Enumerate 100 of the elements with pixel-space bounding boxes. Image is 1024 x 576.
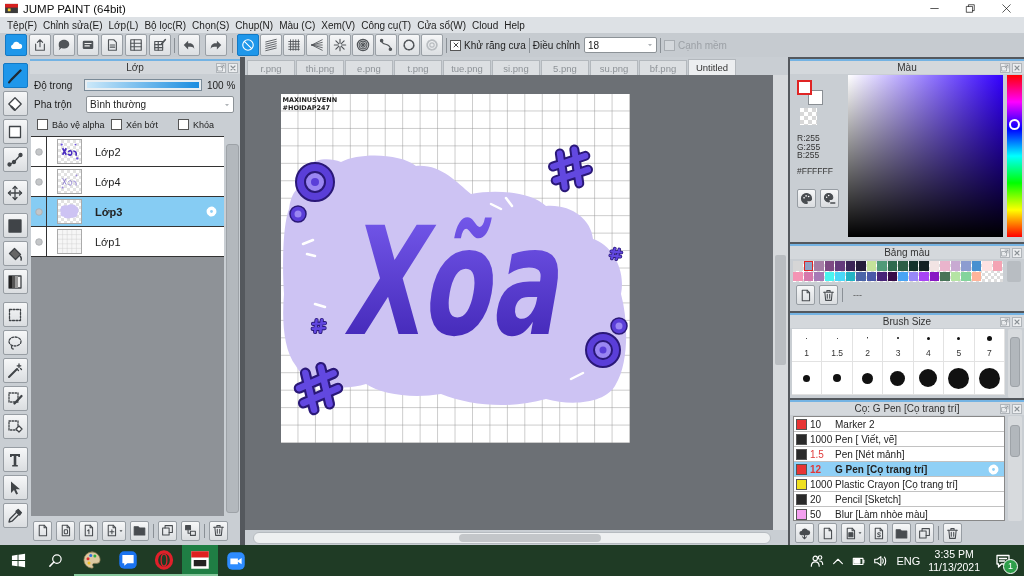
color-swatch-icon[interactable] [866, 261, 876, 271]
eraser-tool[interactable] [2, 91, 28, 116]
cloud-download-button[interactable] [795, 523, 814, 543]
horizontal-scrollbar[interactable] [253, 531, 771, 544]
scrollbar-thumb[interactable] [775, 255, 786, 365]
speaker-icon[interactable] [873, 553, 888, 568]
brush-row[interactable]: 20 Pencil [Sketch] [794, 492, 1004, 507]
scrollbar[interactable] [1008, 416, 1022, 521]
polyline-tool[interactable] [2, 147, 28, 172]
gradient-tool[interactable] [2, 269, 28, 294]
move-arrows-tool[interactable] [2, 180, 28, 205]
color-swatch-icon[interactable] [856, 271, 866, 281]
new-palette-button[interactable] [796, 285, 815, 305]
brush-row[interactable]: 12 G Pen [Cọ trang trí] [794, 462, 1004, 477]
trash-button[interactable] [209, 520, 228, 541]
filled-square-tool[interactable] [2, 213, 28, 238]
palette-remove-button[interactable] [820, 188, 839, 208]
color-swatch-icon[interactable] [961, 261, 971, 271]
layer-row[interactable]: Lớp3 [31, 197, 224, 227]
scrollbar-thumb[interactable] [1010, 425, 1020, 457]
copy-button[interactable] [915, 523, 934, 543]
brush-dot-icon[interactable] [833, 374, 842, 382]
message-button[interactable] [77, 34, 99, 56]
menu-item[interactable]: Màu (C) [279, 19, 316, 31]
document-tab[interactable]: Untitled [688, 59, 736, 75]
visibility-dot-icon[interactable] [34, 207, 43, 216]
menu-item[interactable]: Bộ lọc(R) [144, 19, 187, 31]
color-swatch-icon[interactable] [877, 261, 887, 271]
scrollbar[interactable] [226, 144, 239, 513]
page-plus-button[interactable] [102, 520, 126, 541]
color-swatch-icon[interactable] [919, 261, 929, 271]
color-swatch-icon[interactable] [887, 271, 897, 281]
rectangle-tool[interactable] [2, 119, 28, 144]
color-swatch-icon[interactable] [866, 271, 876, 281]
color-swatch-icon[interactable] [793, 261, 803, 271]
page-stroke-button[interactable] [79, 520, 98, 541]
folder-button[interactable] [892, 523, 911, 543]
menu-item[interactable]: Cửa sổ(W) [417, 19, 467, 31]
vertical-scrollbar[interactable] [773, 75, 788, 530]
curve-button[interactable] [375, 34, 397, 56]
letter-t-tool[interactable] [2, 447, 28, 472]
page-stack-button[interactable] [841, 523, 865, 543]
people-icon[interactable] [810, 553, 825, 568]
brush-row[interactable]: 1000 Plastic Crayon [Cọ trang trí] [794, 477, 1004, 492]
notification-icon[interactable] [995, 552, 1011, 569]
color-swatch-icon[interactable] [982, 261, 992, 271]
prohibit-button[interactable] [237, 34, 259, 56]
color-swatch-icon[interactable] [971, 271, 981, 281]
menu-item[interactable]: Công cụ(T) [361, 19, 412, 31]
new-page-button[interactable] [818, 523, 837, 543]
scrollbar-thumb[interactable] [459, 533, 601, 542]
menu-item[interactable]: Lớp(L) [108, 19, 139, 31]
visibility-dot-icon[interactable] [34, 147, 43, 156]
cloud-button[interactable] [5, 34, 27, 56]
input-language[interactable]: ENG [896, 554, 921, 567]
folder-button[interactable] [130, 520, 149, 541]
scrollbar-thumb[interactable] [1010, 337, 1020, 387]
color-swatch-icon[interactable] [908, 271, 918, 281]
menu-item[interactable]: Tệp(F) [7, 19, 37, 31]
color-swatch-icon[interactable] [845, 261, 855, 271]
color-swatch-icon[interactable] [835, 271, 845, 281]
scrollbar[interactable] [1008, 329, 1022, 398]
close-icon[interactable] [1012, 247, 1022, 258]
brush-tool[interactable] [2, 63, 28, 88]
color-swatch-icon[interactable] [929, 261, 939, 271]
transparent-swatch-icon[interactable] [800, 108, 817, 125]
document-button[interactable] [101, 34, 123, 56]
close-icon[interactable] [1012, 403, 1022, 414]
page-frame-button[interactable] [56, 520, 75, 541]
brush-dot-icon[interactable] [919, 369, 938, 387]
grid-button[interactable] [283, 34, 305, 56]
brush-dot-icon[interactable] [890, 370, 906, 386]
share-button[interactable] [29, 34, 51, 56]
menu-item[interactable]: Xem(V) [321, 19, 356, 31]
dashed-rectangle-tool[interactable] [2, 302, 28, 327]
color-swatch-icon[interactable] [929, 271, 939, 281]
correction-dropdown[interactable]: 18 [584, 37, 658, 53]
color-swatch-icon[interactable] [898, 271, 908, 281]
eyedropper-tool[interactable] [2, 503, 28, 528]
close-icon[interactable] [1012, 316, 1022, 327]
lasso-tool[interactable] [2, 330, 28, 355]
color-swatch-icon[interactable] [971, 261, 981, 271]
antialias-checkbox[interactable] [450, 39, 461, 51]
delete-palette-button[interactable] [819, 285, 838, 305]
color-swatch-icon[interactable] [919, 271, 929, 281]
close-icon[interactable] [228, 62, 238, 73]
speech-bubble-button[interactable] [53, 34, 75, 56]
color-swatch-icon[interactable] [814, 271, 824, 281]
table-button[interactable] [125, 34, 147, 56]
color-swatch-icon[interactable] [856, 261, 866, 271]
color-swatch-icon[interactable] [940, 261, 950, 271]
palette-button[interactable] [797, 188, 816, 208]
script-page-button[interactable] [869, 523, 888, 543]
visibility-dot-icon[interactable] [34, 237, 43, 246]
concentric-circles-button[interactable] [352, 34, 374, 56]
color-swatch-icon[interactable] [845, 271, 855, 281]
pointer-tool[interactable] [2, 475, 28, 500]
trash-button[interactable] [943, 523, 962, 543]
blend-mode-dropdown[interactable]: Bình thường [86, 96, 234, 113]
menu-item[interactable]: Chọn(S) [192, 19, 230, 31]
